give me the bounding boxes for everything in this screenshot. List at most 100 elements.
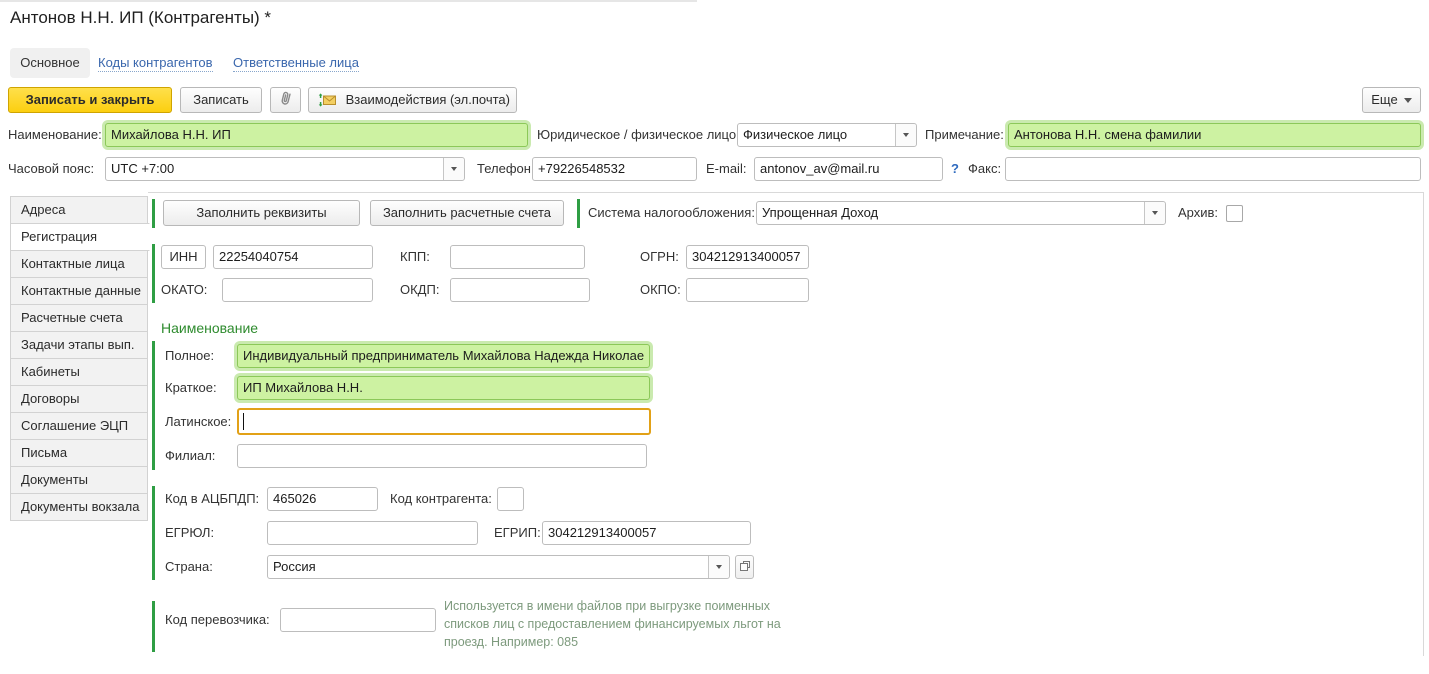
latin-name-input[interactable] <box>237 408 651 435</box>
tax-system-select[interactable]: Упрощенная Доход <box>756 201 1166 225</box>
fill-requisites-button[interactable]: Заполнить реквизиты <box>163 200 360 226</box>
sidebar-item-documents[interactable]: Документы <box>10 466 148 494</box>
latin-name-label: Латинское: <box>165 410 231 434</box>
save-and-close-label: Записать и закрыть <box>26 92 155 107</box>
legal-entity-value: Физическое лицо <box>743 124 890 146</box>
phone-input[interactable]: +79226548532 <box>532 157 697 181</box>
okato-label: ОКАТО: <box>161 278 207 302</box>
sidebar-item-task-stages[interactable]: Задачи этапы вып. <box>10 331 148 359</box>
fax-label: Факс: <box>968 157 1001 181</box>
chevron-down-icon[interactable] <box>708 556 729 578</box>
note-input[interactable]: Антонова Н.Н. смена фамилии <box>1008 123 1421 147</box>
counterparty-form-window: { "window": { "title": "Антонов Н.Н. ИП … <box>0 0 1429 674</box>
timezone-select[interactable]: UTC +7:00 <box>105 157 465 181</box>
help-icon[interactable]: ? <box>951 157 959 181</box>
sidebar-item-contact-persons[interactable]: Контактные лица <box>10 250 148 278</box>
archive-checkbox[interactable] <box>1226 205 1243 222</box>
counterparty-code-label: Код контрагента: <box>390 487 492 511</box>
sidebar-item-addresses[interactable]: Адреса <box>10 196 148 224</box>
sidebar-item-station-documents[interactable]: Документы вокзала <box>10 493 148 521</box>
legal-entity-label: Юридическое / физическое лицо: <box>537 123 740 147</box>
text-cursor <box>243 413 244 430</box>
timezone-label: Часовой пояс: <box>8 157 94 181</box>
chevron-down-icon[interactable] <box>443 158 464 180</box>
chevron-down-icon <box>1404 98 1412 103</box>
full-name-input[interactable]: Индивидуальный предприниматель Михайлова… <box>237 344 650 368</box>
fill-accounts-button[interactable]: Заполнить расчетные счета <box>370 200 564 226</box>
short-name-value: ИП Михайлова Н.Н. <box>243 377 644 399</box>
email-label: E-mail: <box>706 157 746 181</box>
open-form-icon <box>739 560 751 575</box>
save-button[interactable]: Записать <box>180 87 262 113</box>
tab-responsible-persons[interactable]: Ответственные лица <box>233 55 359 72</box>
phone-value: +79226548532 <box>538 158 691 180</box>
okdp-input[interactable] <box>450 278 590 302</box>
country-open-button[interactable] <box>735 555 754 579</box>
sidebar-item-contracts[interactable]: Договоры <box>10 385 148 413</box>
carrier-code-hint: Используется в имени файлов при выгрузке… <box>444 597 796 651</box>
okpo-input[interactable] <box>686 278 809 302</box>
egrul-input[interactable] <box>267 521 478 545</box>
mail-interactions-icon <box>318 91 336 115</box>
interactions-button[interactable]: Взаимодействия (эл.почта) <box>308 87 517 113</box>
page-title: Антонов Н.Н. ИП (Контрагенты) * <box>10 8 271 28</box>
okato-input[interactable] <box>222 278 373 302</box>
name-label: Наименование: <box>8 123 102 147</box>
name-input[interactable]: Михайлова Н.Н. ИП <box>105 123 528 147</box>
inn-button[interactable]: ИНН <box>161 245 206 269</box>
group-separator <box>152 199 155 228</box>
group-separator <box>152 486 155 580</box>
phone-label: Телефон: <box>477 157 535 181</box>
ogrn-input[interactable]: 304212913400057 <box>686 245 809 269</box>
more-button[interactable]: Еще <box>1362 87 1421 113</box>
tab-main[interactable]: Основное <box>10 48 90 78</box>
legal-entity-select[interactable]: Физическое лицо <box>737 123 917 147</box>
group-separator <box>152 601 155 652</box>
ogrn-value: 304212913400057 <box>692 246 803 268</box>
group-separator <box>152 244 155 303</box>
more-label: Еще <box>1371 92 1397 107</box>
chevron-down-icon[interactable] <box>895 124 916 146</box>
inn-value: 22254040754 <box>219 246 367 268</box>
carrier-code-label: Код перевозчика: <box>165 608 270 632</box>
inn-input[interactable]: 22254040754 <box>213 245 373 269</box>
branch-input[interactable] <box>237 444 647 468</box>
country-value: Россия <box>273 556 703 578</box>
group-separator <box>577 199 580 228</box>
note-label: Примечание: <box>925 123 1004 147</box>
sidebar-item-cabinets[interactable]: Кабинеты <box>10 358 148 386</box>
sidebar-item-registration[interactable]: Регистрация <box>10 223 150 251</box>
acbpdp-code-label: Код в АЦБПДП: <box>165 487 259 511</box>
chevron-down-icon[interactable] <box>1144 202 1165 224</box>
sidebar-item-contact-data[interactable]: Контактные данные <box>10 277 148 305</box>
country-select[interactable]: Россия <box>267 555 730 579</box>
tab-counterparty-codes[interactable]: Коды контрагентов <box>98 55 213 72</box>
kpp-input[interactable] <box>450 245 585 269</box>
fill-requisites-label: Заполнить реквизиты <box>196 205 326 220</box>
acbpdp-code-input[interactable]: 465026 <box>267 487 378 511</box>
carrier-code-input[interactable] <box>280 608 436 632</box>
sidebar-item-bank-accounts[interactable]: Расчетные счета <box>10 304 148 332</box>
short-name-input[interactable]: ИП Михайлова Н.Н. <box>237 376 650 400</box>
okdp-label: ОКДП: <box>400 278 439 302</box>
attach-file-button[interactable] <box>270 87 301 113</box>
counterparty-code-input[interactable] <box>497 487 524 511</box>
country-label: Страна: <box>165 555 213 579</box>
okpo-label: ОКПО: <box>640 278 681 302</box>
name-section-title: Наименование <box>161 320 258 336</box>
tax-system-label: Система налогообложения: <box>588 201 755 225</box>
archive-label: Архив: <box>1178 201 1218 225</box>
sidebar-item-eds-agreement[interactable]: Соглашение ЭЦП <box>10 412 148 440</box>
sidebar-item-letters[interactable]: Письма <box>10 439 148 467</box>
egrul-label: ЕГРЮЛ: <box>165 521 214 545</box>
egrip-input[interactable]: 304212913400057 <box>542 521 751 545</box>
save-and-close-button[interactable]: Записать и закрыть <box>8 87 172 113</box>
sidebar: Адреса Регистрация Контактные лица Конта… <box>10 196 150 521</box>
interactions-label: Взаимодействия (эл.почта) <box>346 92 510 107</box>
email-input[interactable]: antonov_av@mail.ru <box>754 157 943 181</box>
fill-accounts-label: Заполнить расчетные счета <box>383 205 551 220</box>
ogrn-label: ОГРН: <box>640 245 679 269</box>
inn-button-label: ИНН <box>169 249 197 264</box>
paperclip-icon <box>278 90 293 115</box>
fax-input[interactable] <box>1005 157 1421 181</box>
